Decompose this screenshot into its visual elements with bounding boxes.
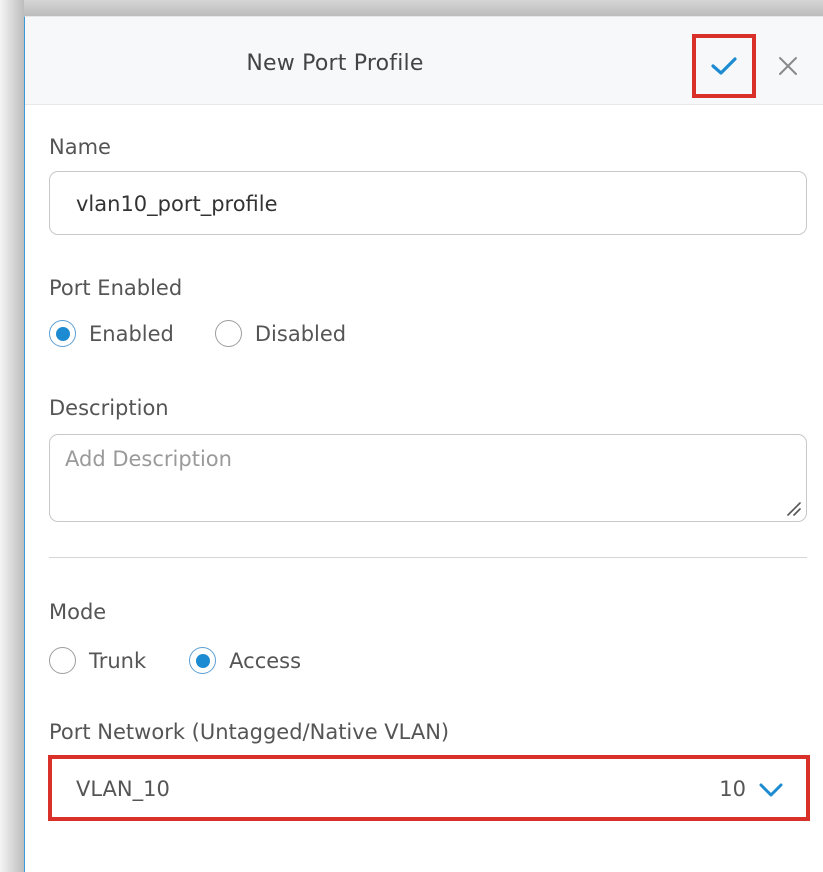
radio-disabled[interactable] xyxy=(214,320,242,347)
description-placeholder: Add Description xyxy=(65,447,232,471)
name-input[interactable]: vlan10_port_profile xyxy=(49,171,807,235)
port-network-label: Port Network (Untagged/Native VLAN) xyxy=(49,720,450,744)
radio-trunk-label[interactable]: Trunk xyxy=(89,649,146,673)
resize-grip-icon[interactable] xyxy=(784,499,802,517)
mode-label: Mode xyxy=(49,600,107,624)
chevron-down-icon[interactable] xyxy=(758,781,784,799)
radio-enabled-label[interactable]: Enabled xyxy=(89,322,174,346)
port-network-selected-id: 10 xyxy=(719,777,746,801)
port-network-selected-name: VLAN_10 xyxy=(76,777,170,801)
dialog-title: New Port Profile xyxy=(246,51,424,76)
section-divider xyxy=(49,557,807,558)
description-textarea[interactable]: Add Description xyxy=(49,434,807,522)
description-label: Description xyxy=(49,396,169,420)
window-shadow-top xyxy=(0,0,823,16)
radio-disabled-label[interactable]: Disabled xyxy=(255,322,346,346)
name-input-value: vlan10_port_profile xyxy=(76,192,278,216)
radio-selected-dot xyxy=(55,326,70,341)
radio-access-label[interactable]: Access xyxy=(229,649,301,673)
close-button[interactable] xyxy=(775,53,801,79)
name-label: Name xyxy=(49,135,111,159)
radio-access[interactable] xyxy=(189,647,217,674)
confirm-button[interactable] xyxy=(692,34,756,98)
port-enabled-label: Port Enabled xyxy=(49,276,183,300)
close-icon xyxy=(779,57,797,75)
port-enabled-radio-group: Enabled Disabled xyxy=(49,320,346,347)
port-profile-dialog: New Port Profile Name vlan10_port_profil… xyxy=(24,16,823,872)
radio-trunk[interactable] xyxy=(49,647,76,674)
radio-enabled[interactable] xyxy=(49,320,76,347)
radio-selected-dot xyxy=(195,653,210,668)
checkmark-icon xyxy=(711,57,737,75)
mode-radio-group: Trunk Access xyxy=(49,647,301,674)
dialog-header: New Port Profile xyxy=(25,17,823,105)
window-shadow-left xyxy=(0,0,24,872)
port-network-select[interactable]: VLAN_10 10 xyxy=(48,755,810,821)
